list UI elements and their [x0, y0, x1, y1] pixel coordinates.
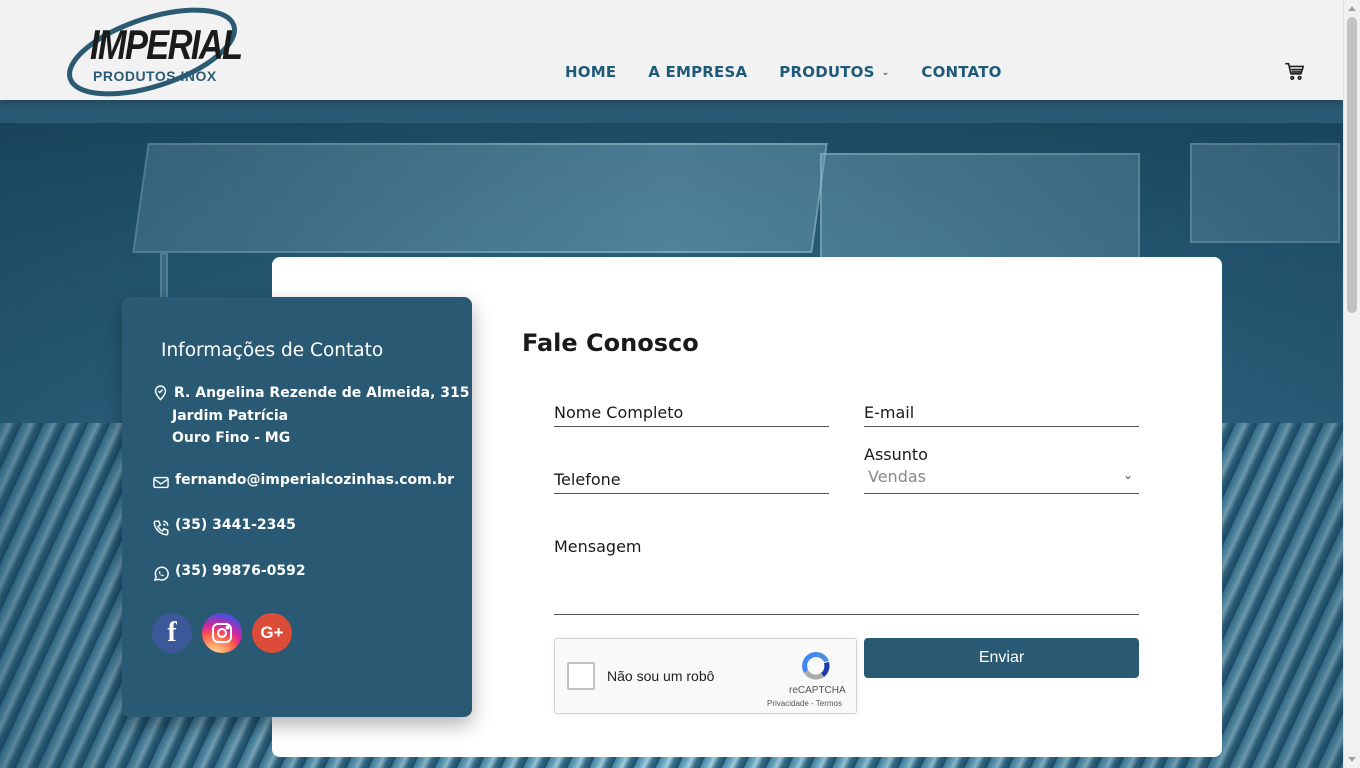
nav-produtos[interactable]: PRODUTOS ⌄: [779, 63, 889, 81]
whatsapp-icon: [153, 566, 169, 581]
email-field[interactable]: E-mail: [864, 399, 1139, 427]
nav-a-empresa[interactable]: A EMPRESA: [648, 63, 747, 81]
chevron-down-icon: ⌄: [1122, 468, 1133, 482]
logo-subtext: PRODUTOS INOX: [93, 68, 217, 84]
nav-contato[interactable]: CONTATO: [921, 63, 1001, 81]
phone-icon: [153, 520, 169, 536]
email-label: E-mail: [864, 403, 915, 422]
nav-produtos-label: PRODUTOS: [779, 63, 875, 81]
contact-info-panel: Informações de Contato R. Angelina Rezen…: [122, 297, 472, 717]
subject-value: Vendas: [868, 467, 926, 486]
email-row[interactable]: fernando@imperialcozinhas.com.br: [152, 472, 454, 491]
scroll-thumb[interactable]: [1347, 17, 1357, 313]
recaptcha-logo-icon: [802, 652, 830, 680]
message-label: Mensagem: [554, 537, 642, 556]
page-scrollbar[interactable]: [1343, 0, 1360, 768]
recaptcha-brand: reCAPTCHA: [789, 685, 846, 696]
chevron-down-icon: ⌄: [881, 68, 890, 78]
instagram-icon[interactable]: [202, 613, 242, 653]
address-line-3: Ouro Fino - MG: [172, 430, 291, 446]
contact-whatsapp: (35) 99876-0592: [175, 563, 306, 579]
subject-label: Assunto: [864, 445, 928, 464]
name-label: Nome Completo: [554, 403, 684, 422]
form-title: Fale Conosco: [522, 329, 699, 357]
send-button[interactable]: Enviar: [864, 638, 1139, 678]
address-row: R. Angelina Rezende de Almeida, 315 Jard…: [152, 382, 470, 450]
map-pin-icon: [154, 385, 167, 401]
nav-home[interactable]: HOME: [565, 63, 616, 81]
contact-phone: (35) 3441-2345: [175, 517, 296, 533]
cart-icon[interactable]: [1284, 60, 1306, 82]
nav-home-label: HOME: [565, 63, 617, 81]
nav-contato-label: CONTATO: [921, 63, 1002, 81]
nav-a-empresa-label: A EMPRESA: [648, 63, 748, 81]
site-header: IMPERIAL PRODUTOS INOX HOME A EMPRESA PR…: [0, 0, 1343, 100]
recaptcha-widget: Não sou um robô reCAPTCHA Privacidade - …: [554, 638, 857, 714]
scroll-up-icon[interactable]: [1348, 6, 1356, 11]
mail-icon: [153, 476, 169, 489]
logo[interactable]: IMPERIAL PRODUTOS INOX: [66, 2, 243, 98]
scroll-down-icon[interactable]: [1348, 757, 1356, 762]
name-field[interactable]: Nome Completo: [554, 399, 829, 427]
facebook-icon[interactable]: f: [152, 613, 192, 653]
logo-text: IMPERIAL: [90, 21, 243, 68]
main-nav: HOME A EMPRESA PRODUTOS ⌄ CONTATO: [565, 63, 1034, 81]
phone-field[interactable]: Telefone: [554, 466, 829, 494]
phone-label: Telefone: [554, 470, 621, 489]
whatsapp-row[interactable]: (35) 99876-0592: [152, 563, 306, 583]
recaptcha-checkbox[interactable]: [567, 662, 595, 690]
phone-row[interactable]: (35) 3441-2345: [152, 517, 296, 537]
address-line-2: Jardim Patrícia: [172, 407, 289, 424]
message-field[interactable]: Mensagem: [554, 535, 1139, 615]
recaptcha-links[interactable]: Privacidade - Termos: [767, 699, 842, 708]
subject-select[interactable]: Assunto Vendas ⌄: [864, 443, 1139, 494]
address-line-1: R. Angelina Rezende de Almeida, 315: [174, 385, 470, 401]
recaptcha-label: Não sou um robô: [607, 668, 715, 684]
google-plus-icon[interactable]: G+: [252, 613, 292, 653]
contact-info-title: Informações de Contato: [161, 340, 384, 361]
contact-email: fernando@imperialcozinhas.com.br: [175, 472, 455, 488]
